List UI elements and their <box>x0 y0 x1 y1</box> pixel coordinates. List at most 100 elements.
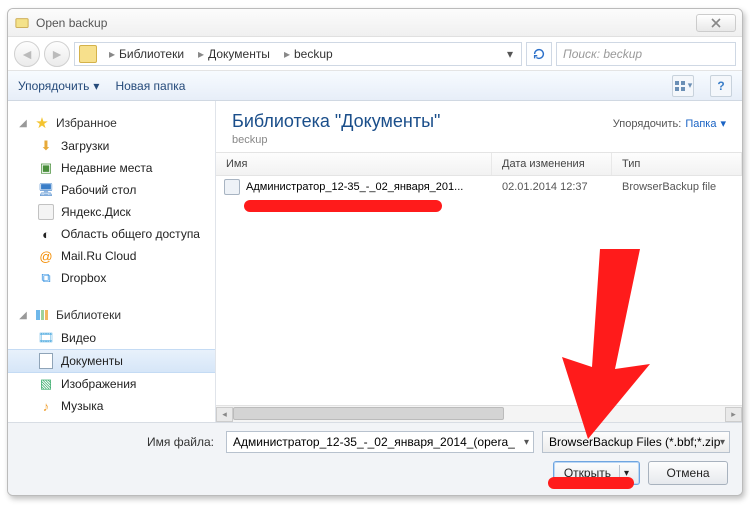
window-title: Open backup <box>36 16 696 30</box>
chevron-right-icon: ▸ <box>109 47 115 61</box>
shared-area-icon: ◐ <box>38 226 54 242</box>
yandex-disk-icon <box>38 204 54 220</box>
refresh-button[interactable] <box>526 42 552 66</box>
organize-menu[interactable]: Упорядочить ▾ <box>18 79 99 93</box>
music-library-icon: ♪ <box>38 398 54 414</box>
sidebar-item-video[interactable]: 🎞 Видео <box>8 327 215 349</box>
sidebar-item-dropbox[interactable]: ⧉ Dropbox <box>8 267 215 289</box>
app-icon <box>14 15 30 31</box>
navbar: ◄ ► ▸Библиотеки ▸Документы ▸beckup ▾ Пои… <box>8 37 742 71</box>
search-input[interactable]: Поиск: beckup <box>556 42 736 66</box>
sidebar-item-yandex-disk[interactable]: Яндекс.Диск <box>8 201 215 223</box>
sidebar-item-label: Видео <box>61 331 96 345</box>
scrollbar-thumb[interactable] <box>233 407 504 420</box>
breadcrumb-segment[interactable]: ▸beckup <box>278 44 339 64</box>
sidebar-item-mailru[interactable]: @ Mail.Ru Cloud <box>8 245 215 267</box>
scroll-left-button[interactable]: ◂ <box>216 407 233 422</box>
nav-forward-button[interactable]: ► <box>44 41 70 67</box>
horizontal-scrollbar[interactable]: ◂ ▸ <box>216 405 742 422</box>
column-header-modified[interactable]: Дата изменения <box>492 153 612 175</box>
sidebar-item-desktop[interactable]: 🖥 Рабочий стол <box>8 179 215 201</box>
mailru-cloud-icon: @ <box>38 248 54 264</box>
filename-input[interactable]: Администратор_12-35_-_02_января_2014_(op… <box>226 431 534 453</box>
folder-icon <box>79 45 97 63</box>
open-file-dialog: Open backup ◄ ► ▸Библиотеки ▸Документы ▸… <box>7 8 743 496</box>
cancel-button[interactable]: Отмена <box>648 461 728 485</box>
filename-label: Имя файла: <box>20 435 218 449</box>
sidebar-group-label: Библиотеки <box>56 308 121 322</box>
sort-by[interactable]: Упорядочить: Папка ▾ <box>613 117 726 130</box>
new-folder-button[interactable]: Новая папка <box>115 79 185 93</box>
annotation-highlight <box>548 477 634 489</box>
sidebar-item-label: Документы <box>61 354 123 368</box>
desktop-icon: 🖥 <box>38 182 54 198</box>
breadcrumb-segment[interactable]: ▸Библиотеки <box>103 44 190 64</box>
file-icon <box>224 179 240 195</box>
close-button[interactable] <box>696 14 736 32</box>
sidebar-item-music[interactable]: ♪ Музыка <box>8 395 215 417</box>
chevron-down-icon: ▾ <box>720 117 726 130</box>
scrollbar-track[interactable] <box>233 407 725 422</box>
library-header: Библиотека "Документы" beckup Упорядочит… <box>216 101 742 152</box>
column-headers: Имя Дата изменения Тип <box>216 152 742 176</box>
sidebar-item-label: Изображения <box>61 377 136 391</box>
filename-value: Администратор_12-35_-_02_января_2014_(op… <box>233 435 515 449</box>
file-type-filter[interactable]: BrowserBackup Files (*.bbf;*.zip ▾ <box>542 431 730 453</box>
column-header-name[interactable]: Имя <box>216 153 492 175</box>
video-library-icon: 🎞 <box>38 330 54 346</box>
view-options-button[interactable]: ▾ <box>672 75 694 97</box>
sidebar-group-favorites[interactable]: ◢ ★ Избранное <box>8 111 215 135</box>
scroll-right-button[interactable]: ▸ <box>725 407 742 422</box>
library-title: Библиотека "Документы" <box>232 111 440 132</box>
chevron-down-icon: ▾ <box>688 80 693 91</box>
sidebar-item-pictures[interactable]: ▧Изображения <box>8 373 215 395</box>
chevron-right-icon: ▸ <box>284 47 290 61</box>
sidebar-item-documents[interactable]: Документы <box>8 349 215 373</box>
help-button[interactable]: ? <box>710 75 732 97</box>
file-modified: 02.01.2014 12:37 <box>492 181 612 193</box>
dropbox-icon: ⧉ <box>38 270 54 286</box>
file-type: BrowserBackup file <box>612 181 742 193</box>
sidebar-item-label: Яндекс.Диск <box>61 205 131 219</box>
disclosure-icon: ◢ <box>18 118 28 129</box>
downloads-icon: ⬇ <box>38 138 54 154</box>
file-name: Администратор_12-35_-_02_января_201... <box>246 181 463 193</box>
sidebar-item-label: Область общего доступа <box>61 227 200 241</box>
libraries-icon <box>34 307 50 323</box>
sidebar-item-label: Dropbox <box>61 271 106 285</box>
address-bar[interactable]: ▸Библиотеки ▸Документы ▸beckup ▾ <box>74 42 522 66</box>
breadcrumb-segment[interactable]: ▸Документы <box>192 44 276 64</box>
search-placeholder: Поиск: beckup <box>563 47 642 61</box>
sidebar-item-label: Недавние места <box>61 161 152 175</box>
view-icon <box>674 80 686 92</box>
file-row[interactable]: Администратор_12-35_-_02_января_201... 0… <box>216 176 742 198</box>
sidebar-item-downloads[interactable]: ⬇ Загрузки <box>8 135 215 157</box>
recent-places-icon: ▣ <box>38 160 54 176</box>
sidebar-group-libraries[interactable]: ◢ Библиотеки <box>8 303 215 327</box>
annotation-highlight <box>244 200 442 212</box>
titlebar: Open backup <box>8 9 742 37</box>
sidebar-item-shared[interactable]: ◐ Область общего доступа <box>8 223 215 245</box>
chevron-right-icon: ▸ <box>198 47 204 61</box>
help-icon: ? <box>717 79 724 93</box>
sidebar: ◢ ★ Избранное ⬇Загрузки ▣Недавние места … <box>8 101 216 422</box>
documents-library-icon <box>38 353 54 369</box>
chevron-down-icon: ▾ <box>93 79 99 93</box>
sidebar-item-recent[interactable]: ▣ Недавние места <box>8 157 215 179</box>
toolbar: Упорядочить ▾ Новая папка ▾ ? <box>8 71 742 101</box>
library-subtitle: beckup <box>232 134 440 146</box>
sidebar-item-label: Mail.Ru Cloud <box>61 249 136 263</box>
button-label: Отмена <box>666 466 709 480</box>
nav-back-button[interactable]: ◄ <box>14 41 40 67</box>
chevron-down-icon[interactable]: ▾ <box>720 437 725 448</box>
sidebar-item-label: Рабочий стол <box>61 183 136 197</box>
sidebar-group-label: Избранное <box>56 116 117 130</box>
sidebar-item-label: Загрузки <box>61 139 109 153</box>
refresh-icon <box>532 47 546 61</box>
file-list-pane: Библиотека "Документы" beckup Упорядочит… <box>216 101 742 422</box>
sidebar-item-label: Музыка <box>61 399 103 413</box>
column-header-type[interactable]: Тип <box>612 153 742 175</box>
address-dropdown[interactable]: ▾ <box>503 47 517 61</box>
disclosure-icon: ◢ <box>18 310 28 321</box>
chevron-down-icon[interactable]: ▾ <box>524 437 529 448</box>
